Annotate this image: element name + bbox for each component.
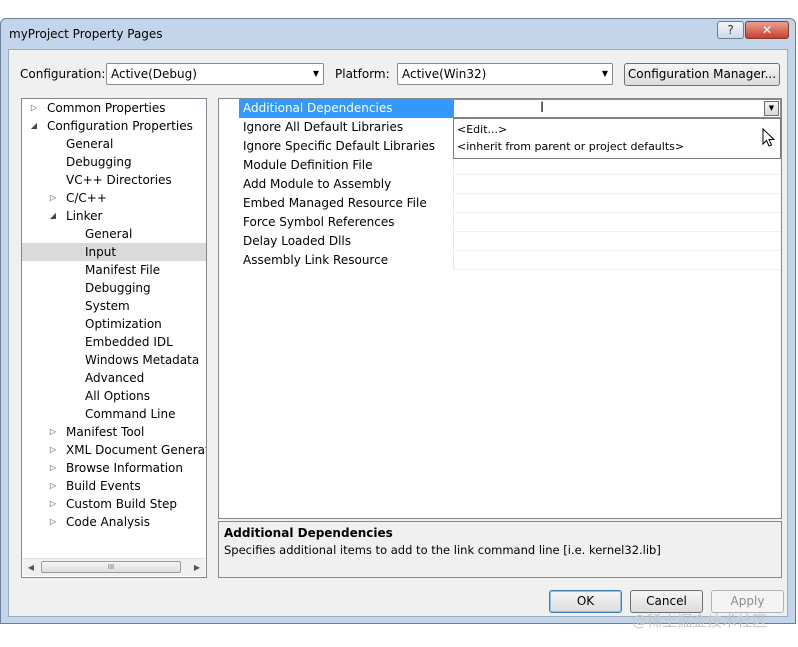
property-row-assembly-link-resource[interactable]: Assembly Link Resource <box>219 251 781 270</box>
watermark-text: @稀土掘金技术社区 <box>632 612 768 630</box>
property-name[interactable]: Assembly Link Resource <box>239 251 453 270</box>
tree-item-manifest-tool[interactable]: ▷ Manifest Tool <box>22 423 206 441</box>
tree-item-debugging[interactable]: Debugging <box>22 153 206 171</box>
platform-label: Platform: <box>335 67 390 81</box>
property-value[interactable] <box>453 213 781 232</box>
tree-item-general[interactable]: General <box>22 135 206 153</box>
configuration-manager-button[interactable]: Configuration Manager... <box>624 63 780 86</box>
property-row-embed-managed-resource-file[interactable]: Embed Managed Resource File <box>219 194 781 213</box>
tree-horizontal-scrollbar[interactable]: ◀ III ▶ <box>23 558 205 576</box>
title-bar: myProject Property Pages ? ✕ <box>1 19 795 49</box>
expand-arrow-icon[interactable]: ▷ <box>29 99 39 117</box>
property-value[interactable] <box>453 175 781 194</box>
expand-arrow-icon[interactable]: ▷ <box>48 189 58 207</box>
close-button[interactable]: ✕ <box>745 21 789 39</box>
property-row-add-module-to-assembly[interactable]: Add Module to Assembly <box>219 175 781 194</box>
property-grid: Additional Dependencies I ▼ Ignore All D… <box>218 98 782 519</box>
platform-value: Active(Win32) <box>402 67 487 81</box>
tree-item-optimization[interactable]: Optimization <box>22 315 206 333</box>
tree-item-custom-build-step[interactable]: ▷ Custom Build Step <box>22 495 206 513</box>
tree-item-windows-metadata[interactable]: Windows Metadata <box>22 351 206 369</box>
expand-arrow-icon[interactable]: ▷ <box>48 477 58 495</box>
property-name[interactable]: Delay Loaded Dlls <box>239 232 453 251</box>
dependencies-dropdown-list: <Edit...> <inherit from parent or projec… <box>453 118 781 159</box>
configuration-value: Active(Debug) <box>111 67 197 81</box>
property-pages-dialog: myProject Property Pages ? ✕ Configurati… <box>0 18 796 624</box>
chevron-down-icon: ▼ <box>312 69 319 78</box>
property-value[interactable] <box>453 251 781 270</box>
help-icon: ? <box>727 23 734 37</box>
tree-item-manifest-file[interactable]: Manifest File <box>22 261 206 279</box>
property-value[interactable] <box>453 232 781 251</box>
property-name[interactable]: Module Definition File <box>239 156 453 175</box>
property-name[interactable]: Ignore All Default Libraries <box>239 118 453 137</box>
property-row-force-symbol-references[interactable]: Force Symbol References <box>219 213 781 232</box>
collapse-arrow-icon[interactable]: ◢ <box>48 207 58 225</box>
additional-dependencies-input[interactable]: I ▼ <box>453 99 781 118</box>
close-icon: ✕ <box>761 23 773 37</box>
dropdown-option-inherit[interactable]: <inherit from parent or project defaults… <box>457 138 684 155</box>
tree-item-linker-debugging[interactable]: Debugging <box>22 279 206 297</box>
description-text: Specifies additional items to add to the… <box>224 543 661 557</box>
tree-item-configuration-properties[interactable]: ◢ Configuration Properties <box>22 117 206 135</box>
tree-item-build-events[interactable]: ▷ Build Events <box>22 477 206 495</box>
tree-item-embedded-idl[interactable]: Embedded IDL <box>22 333 206 351</box>
property-tree[interactable]: ▷ Common Properties ◢ Configuration Prop… <box>21 98 207 578</box>
dropdown-option-edit[interactable]: <Edit...> <box>457 121 507 138</box>
tree-item-c-cpp[interactable]: ▷ C/C++ <box>22 189 206 207</box>
platform-select[interactable]: Active(Win32) ▼ <box>397 63 613 85</box>
tree-item-browse-information[interactable]: ▷ Browse Information <box>22 459 206 477</box>
configuration-label: Configuration: <box>20 67 106 81</box>
expand-arrow-icon[interactable]: ▷ <box>48 423 58 441</box>
description-panel: Additional Dependencies Specifies additi… <box>218 521 782 578</box>
tree-item-advanced[interactable]: Advanced <box>22 369 206 387</box>
help-button[interactable]: ? <box>717 21 744 39</box>
collapse-arrow-icon[interactable]: ◢ <box>29 117 39 135</box>
tree-item-system[interactable]: System <box>22 297 206 315</box>
scroll-left-icon[interactable]: ◀ <box>24 561 38 574</box>
window-title: myProject Property Pages <box>9 27 163 41</box>
property-row-delay-loaded-dlls[interactable]: Delay Loaded Dlls <box>219 232 781 251</box>
property-name[interactable]: Ignore Specific Default Libraries <box>239 137 453 156</box>
tree-item-code-analysis[interactable]: ▷ Code Analysis <box>22 513 206 531</box>
expand-arrow-icon[interactable]: ▷ <box>48 459 58 477</box>
dialog-client-area: Configuration: Active(Debug) ▼ Platform:… <box>8 49 788 617</box>
ok-button[interactable]: OK <box>549 590 622 613</box>
expand-arrow-icon[interactable]: ▷ <box>48 441 58 459</box>
property-name[interactable]: Additional Dependencies <box>239 99 453 118</box>
tree-item-linker-input[interactable]: Input <box>22 243 206 261</box>
property-name[interactable]: Embed Managed Resource File <box>239 194 453 213</box>
property-value[interactable] <box>453 194 781 213</box>
scrollbar-grip: III <box>107 563 115 571</box>
text-cursor-icon: I <box>540 100 545 116</box>
tree-item-linker-general[interactable]: General <box>22 225 206 243</box>
tree-item-command-line[interactable]: Command Line <box>22 405 206 423</box>
chevron-down-icon: ▼ <box>601 69 608 78</box>
tree-item-xml-document-generator[interactable]: ▷ XML Document Generator <box>22 441 206 459</box>
property-row-additional-dependencies[interactable]: Additional Dependencies I ▼ <box>219 99 781 118</box>
expand-arrow-icon[interactable]: ▷ <box>48 495 58 513</box>
scroll-right-icon[interactable]: ▶ <box>190 561 204 574</box>
configuration-select[interactable]: Active(Debug) ▼ <box>106 63 324 85</box>
description-title: Additional Dependencies <box>224 526 393 540</box>
tree-item-vc-directories[interactable]: VC++ Directories <box>22 171 206 189</box>
expand-arrow-icon[interactable]: ▷ <box>48 513 58 531</box>
tree-item-common-properties[interactable]: ▷ Common Properties <box>22 99 206 117</box>
mouse-pointer-icon <box>762 128 776 147</box>
property-name[interactable]: Add Module to Assembly <box>239 175 453 194</box>
tree-item-linker[interactable]: ◢ Linker <box>22 207 206 225</box>
property-name[interactable]: Force Symbol References <box>239 213 453 232</box>
chevron-down-icon[interactable]: ▼ <box>764 101 779 116</box>
scrollbar-thumb[interactable]: III <box>41 561 181 573</box>
tree-item-all-options[interactable]: All Options <box>22 387 206 405</box>
